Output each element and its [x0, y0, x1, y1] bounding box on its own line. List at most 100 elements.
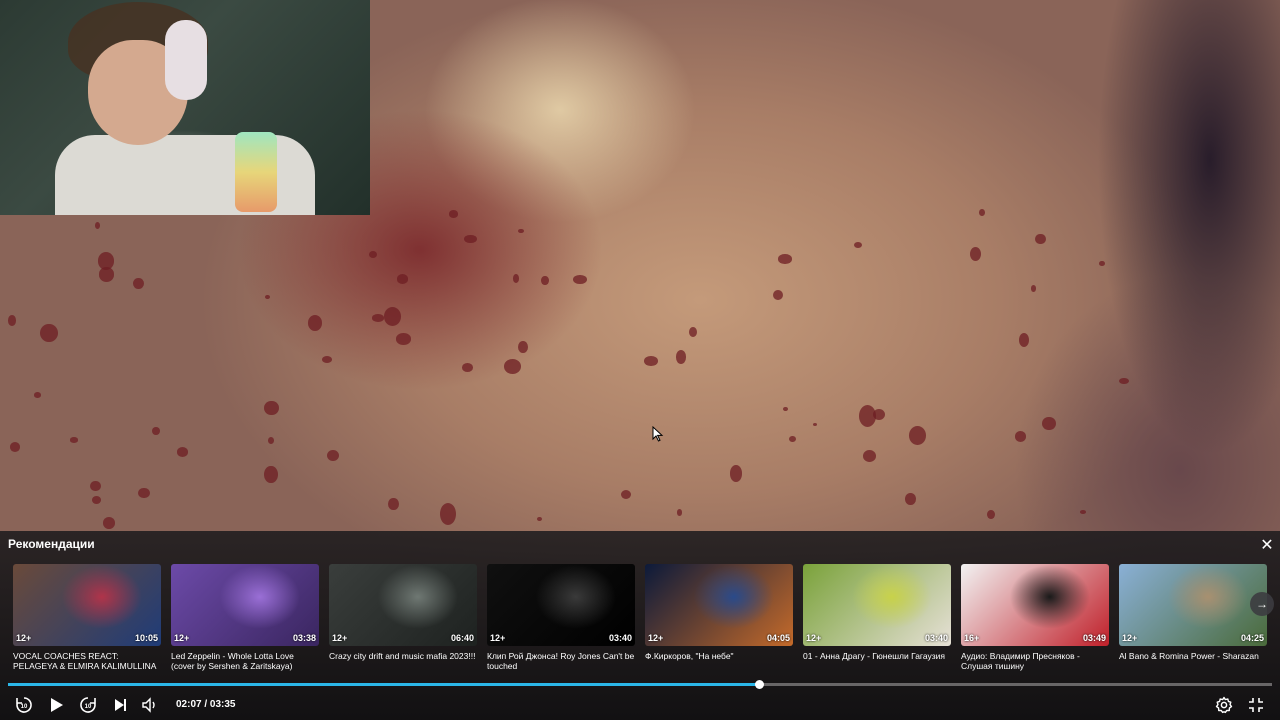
recommendation-card[interactable]: 16+ 03:49 Аудио: Владимир Пресняков - Сл…	[961, 564, 1109, 671]
blood-spot	[264, 294, 270, 300]
recommendation-card[interactable]: 12+ 03:40 01 - Анна Драгу - Гюнешли Гага…	[803, 564, 951, 661]
duration-badge: 06:40	[450, 633, 474, 643]
blood-spot	[40, 324, 58, 343]
card-title[interactable]: Led Zeppelin - Whole Lotta Love (cover b…	[171, 651, 319, 671]
time-separator: /	[201, 699, 210, 710]
card-thumbnail[interactable]: 12+ 03:40	[487, 564, 635, 646]
volume-icon[interactable]	[139, 694, 161, 716]
card-thumbnail[interactable]: 12+ 03:38	[171, 564, 319, 646]
blood-spot	[395, 333, 412, 346]
blood-spot	[675, 350, 686, 364]
time-current: 02:07	[176, 699, 202, 710]
blood-spot	[267, 436, 275, 445]
blood-spot	[151, 426, 160, 436]
blood-spot	[863, 450, 877, 463]
blood-spot	[676, 508, 683, 516]
next-arrow-icon[interactable]: →	[1250, 592, 1274, 616]
close-icon[interactable]: ✕	[1258, 537, 1276, 555]
duration-badge: 03:38	[292, 633, 316, 643]
blood-spot	[9, 442, 21, 452]
card-title[interactable]: Al Bano & Romina Power - Sharazan	[1119, 651, 1267, 661]
duration-badge: 10:05	[134, 633, 158, 643]
blood-spot	[439, 502, 457, 525]
blood-spot	[813, 423, 818, 427]
next-icon[interactable]	[109, 694, 131, 716]
webcam-headset	[165, 20, 207, 100]
blood-spot	[644, 355, 658, 366]
card-thumbnail[interactable]: 12+ 06:40	[329, 564, 477, 646]
blood-spot	[99, 267, 115, 282]
card-title[interactable]: VOCAL COACHES REACT: PELAGEYA & ELMIRA K…	[13, 651, 161, 671]
blood-spot	[138, 487, 150, 499]
svg-text:10: 10	[21, 704, 28, 710]
blood-spot	[1099, 260, 1105, 266]
card-thumbnail[interactable]: 12+ 04:05	[645, 564, 793, 646]
blood-spot	[730, 465, 743, 482]
recommendation-card[interactable]: 12+ 04:25 Al Bano & Romina Power - Shara…	[1119, 564, 1267, 661]
progress-bar[interactable]	[8, 680, 1272, 689]
blood-spot	[327, 450, 340, 462]
recommendations-title: Рекомендации	[8, 537, 95, 551]
webcam-rgb-lamp	[235, 132, 277, 212]
recommendations-list: 12+ 10:05 VOCAL COACHES REACT: PELAGEYA …	[13, 564, 1280, 674]
blood-spot	[69, 437, 79, 443]
blood-spot	[541, 275, 549, 286]
duration-badge: 03:49	[1082, 633, 1106, 643]
rewind-10-icon[interactable]: 10	[13, 694, 35, 716]
play-icon[interactable]	[45, 694, 67, 716]
blood-spot	[102, 516, 116, 529]
settings-icon[interactable]	[1213, 694, 1235, 716]
time-total: 03:35	[209, 699, 236, 710]
card-title[interactable]: 01 - Анна Драгу - Гюнешли Гагаузия	[803, 651, 951, 661]
blood-spot	[620, 489, 632, 500]
blood-spot	[462, 363, 474, 372]
blood-spot	[987, 509, 995, 520]
blood-spot	[504, 358, 522, 374]
recommendation-card[interactable]: 12+ 03:40 Клип Рой Джонса! Roy Jones Can…	[487, 564, 635, 671]
progress-handle[interactable]	[754, 680, 764, 689]
blood-spot	[854, 242, 863, 249]
blood-spot	[463, 234, 477, 244]
blood-spot	[783, 407, 788, 412]
card-thumbnail[interactable]: 12+ 03:40	[803, 564, 951, 646]
recommendation-card[interactable]: 12+ 10:05 VOCAL COACHES REACT: PELAGEYA …	[13, 564, 161, 671]
blood-spot	[369, 250, 377, 258]
card-title[interactable]: Клип Рой Джонса! Roy Jones Can't be touc…	[487, 651, 635, 671]
blood-spot	[1118, 377, 1129, 385]
blood-spot	[1030, 284, 1037, 292]
card-thumbnail[interactable]: 16+ 03:49	[961, 564, 1109, 646]
blood-spot	[33, 392, 41, 398]
blood-spot	[95, 221, 101, 229]
control-bar: 10 10 02:07 / 03:35	[0, 692, 1280, 720]
blood-spot	[91, 496, 101, 505]
age-rating-badge: 12+	[806, 633, 822, 643]
recommendation-card[interactable]: 12+ 03:38 Led Zeppelin - Whole Lotta Lov…	[171, 564, 319, 671]
blood-spot	[448, 210, 459, 218]
blood-spot	[8, 315, 16, 326]
blood-spot	[689, 326, 698, 338]
video-player[interactable]: Рекомендации ✕ 12+ 10:05 VOCAL COACHES R…	[0, 0, 1280, 720]
duration-badge: 04:25	[1240, 633, 1264, 643]
blood-spot	[1018, 333, 1030, 348]
blood-spot	[132, 278, 144, 290]
card-thumbnail[interactable]: 12+ 04:25	[1119, 564, 1267, 646]
fullscreen-icon[interactable]	[1245, 694, 1267, 716]
blood-spot	[788, 435, 796, 443]
blood-spot	[512, 274, 519, 284]
duration-badge: 04:05	[766, 633, 790, 643]
blood-spot	[308, 315, 323, 331]
card-title[interactable]: Crazy city drift and music mafia 2023!!!	[329, 651, 477, 661]
card-title[interactable]: Аудио: Владимир Пресняков - Слушая тишин…	[961, 651, 1109, 671]
time-display: 02:07 / 03:35	[176, 699, 236, 710]
blood-spot	[372, 314, 384, 322]
progress-fill	[8, 683, 759, 686]
card-title[interactable]: Ф.Киркоров, "На небе"	[645, 651, 793, 661]
blood-spot	[969, 246, 982, 262]
card-thumbnail[interactable]: 12+ 10:05	[13, 564, 161, 646]
blood-spot	[90, 481, 101, 492]
recommendation-card[interactable]: 12+ 04:05 Ф.Киркоров, "На небе"	[645, 564, 793, 661]
blood-spot	[388, 497, 399, 510]
recommendation-card[interactable]: 12+ 06:40 Crazy city drift and music maf…	[329, 564, 477, 661]
forward-10-icon[interactable]: 10	[77, 694, 99, 716]
age-rating-badge: 16+	[964, 633, 980, 643]
